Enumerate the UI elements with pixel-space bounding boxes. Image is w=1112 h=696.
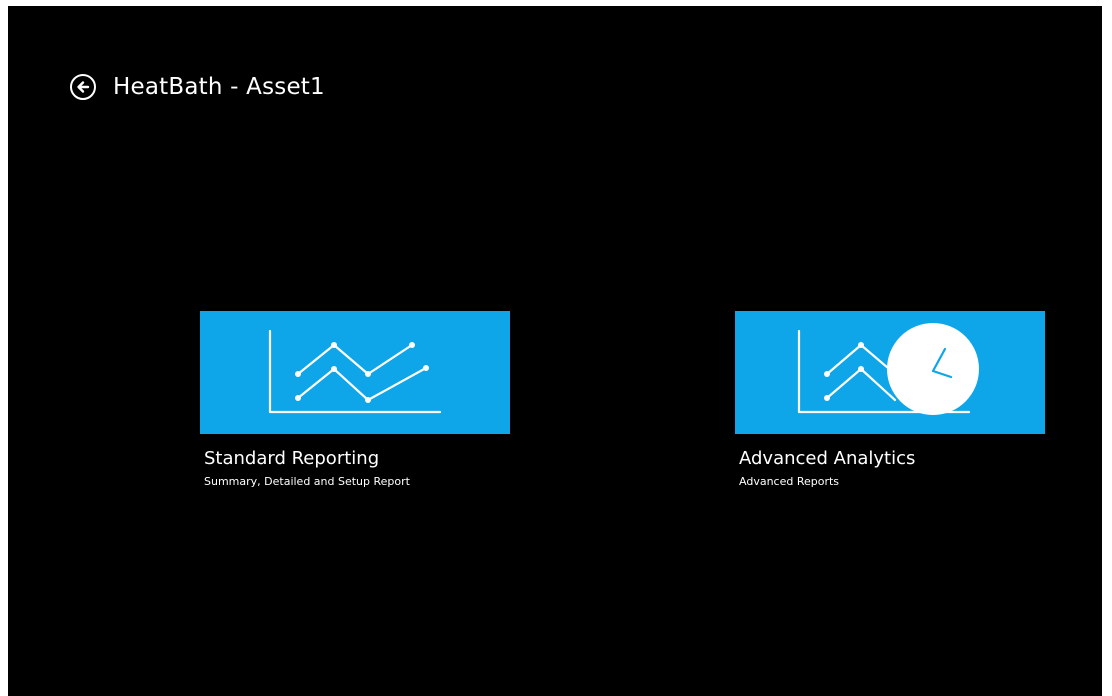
- app-window: HeatBath - Asset1 Standard Reporting Sum…: [8, 6, 1102, 696]
- standard-reporting-tile[interactable]: [200, 311, 510, 434]
- standard-reporting-group: Standard Reporting Summary, Detailed and…: [200, 311, 510, 488]
- chart-clock-icon: [797, 323, 979, 415]
- advanced-analytics-tile[interactable]: [735, 311, 1045, 434]
- tile-subtitle: Summary, Detailed and Setup Report: [204, 475, 410, 488]
- line-chart-icon: [268, 329, 442, 414]
- back-arrow-icon: [77, 81, 90, 93]
- page-header: HeatBath - Asset1: [70, 74, 325, 100]
- tile-title: Standard Reporting: [204, 448, 380, 469]
- tile-title: Advanced Analytics: [739, 448, 916, 469]
- tile-subtitle: Advanced Reports: [739, 475, 840, 488]
- advanced-analytics-group: Advanced Analytics Advanced Reports: [735, 311, 1045, 488]
- back-button[interactable]: [70, 74, 96, 100]
- page-title: HeatBath - Asset1: [113, 74, 325, 100]
